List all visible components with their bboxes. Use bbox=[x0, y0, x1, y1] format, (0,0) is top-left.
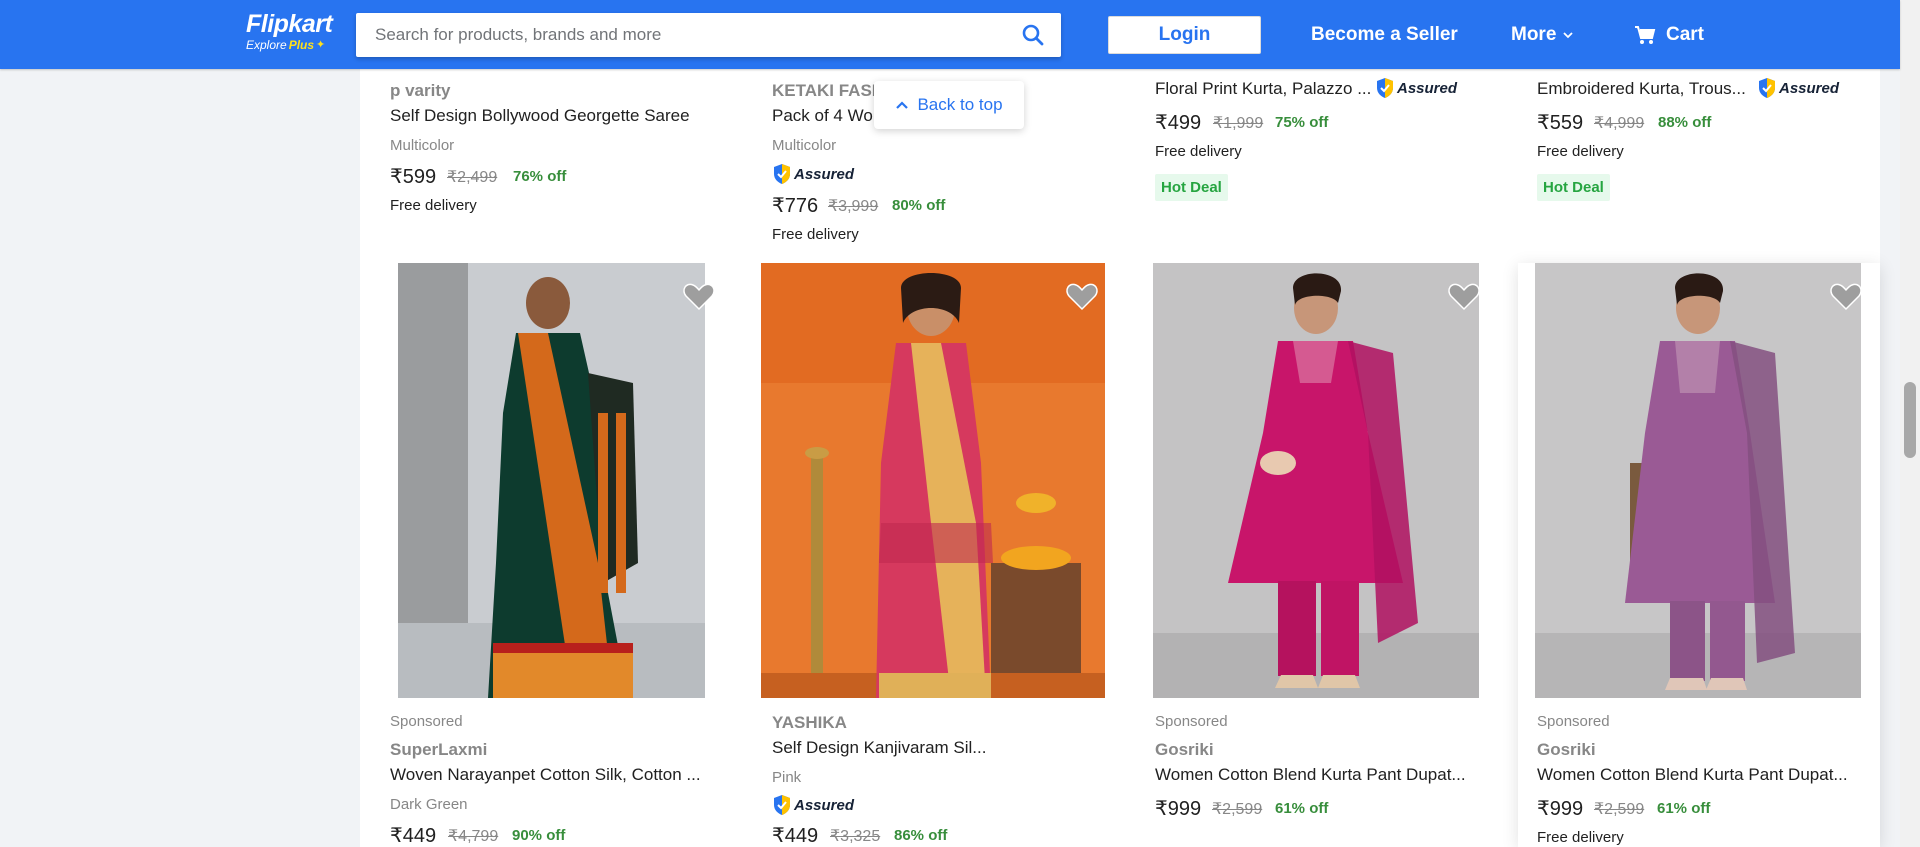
product-delivery: Free delivery bbox=[772, 226, 859, 243]
product-image[interactable] bbox=[1153, 263, 1479, 698]
hot-deal-badge: Hot Deal bbox=[1537, 174, 1610, 201]
product-discount: 76% off bbox=[513, 168, 567, 185]
product-discount: 61% off bbox=[1657, 800, 1711, 817]
cart-link[interactable]: Cart bbox=[1634, 22, 1704, 48]
product-price: ₹999 bbox=[1155, 798, 1202, 820]
product-title[interactable]: Pack of 4 Wo bbox=[772, 106, 873, 126]
back-to-top-button[interactable]: Back to top bbox=[874, 81, 1024, 129]
more-label: More bbox=[1511, 24, 1557, 45]
assured-badge: Assured bbox=[1375, 77, 1457, 99]
product-brand: Gosriki bbox=[1537, 740, 1596, 759]
wishlist-heart-icon[interactable] bbox=[1066, 281, 1098, 311]
search-button[interactable] bbox=[1005, 13, 1061, 57]
product-brand: KETAKI FASH bbox=[772, 81, 885, 100]
product-color: Multicolor bbox=[390, 137, 455, 154]
login-button[interactable]: Login bbox=[1108, 16, 1261, 54]
product-mrp: ₹4,799 bbox=[448, 828, 499, 845]
wishlist-heart-icon[interactable] bbox=[1830, 281, 1862, 311]
product-image[interactable] bbox=[761, 263, 1105, 698]
product-mrp: ₹3,325 bbox=[830, 828, 881, 845]
assured-shield-icon bbox=[1759, 78, 1775, 98]
cart-label: Cart bbox=[1666, 24, 1705, 45]
product-discount: 80% off bbox=[892, 197, 946, 214]
assured-shield-icon bbox=[1377, 78, 1393, 98]
more-menu[interactable]: More bbox=[1511, 22, 1574, 48]
product-image[interactable] bbox=[398, 263, 705, 698]
product-mrp: ₹2,499 bbox=[447, 169, 498, 186]
assured-badge: Assured bbox=[1757, 77, 1839, 99]
product-title[interactable]: Women Cotton Blend Kurta Pant Dupat... bbox=[1537, 765, 1848, 785]
flipkart-logo[interactable]: Flipkart Explore Plus ✦ bbox=[246, 10, 342, 54]
product-price: ₹499 bbox=[1155, 112, 1202, 134]
product-brand: SuperLaxmi bbox=[390, 740, 488, 759]
search-input[interactable] bbox=[356, 13, 1005, 57]
product-title[interactable]: Floral Print Kurta, Palazzo ... bbox=[1155, 79, 1371, 99]
product-mrp: ₹2,599 bbox=[1212, 801, 1263, 818]
logo-subtitle: Explore Plus ✦ bbox=[246, 38, 326, 52]
product-color: Dark Green bbox=[390, 796, 468, 813]
product-title[interactable]: Self Design Kanjivaram Sil... bbox=[772, 738, 986, 758]
product-color: Pink bbox=[772, 769, 802, 786]
product-discount: 90% off bbox=[512, 827, 566, 844]
plus-star-icon: ✦ bbox=[316, 39, 326, 51]
product-price: ₹449 bbox=[390, 825, 437, 847]
product-mrp: ₹3,999 bbox=[828, 198, 879, 215]
product-discount: 75% off bbox=[1275, 114, 1329, 131]
chevron-down-icon bbox=[1563, 32, 1574, 39]
product-brand: YASHIKA bbox=[772, 713, 847, 732]
sponsored-label: Sponsored bbox=[1155, 713, 1228, 730]
product-price: ₹599 bbox=[390, 166, 437, 188]
top-header: Flipkart Explore Plus ✦ Login Become a S… bbox=[0, 0, 1900, 69]
product-title[interactable]: Women Cotton Blend Kurta Pant Dupat... bbox=[1155, 765, 1466, 785]
assured-shield-icon bbox=[774, 795, 790, 815]
wishlist-heart-icon[interactable] bbox=[1448, 281, 1480, 311]
product-delivery: Free delivery bbox=[1537, 829, 1624, 846]
assured-shield-icon bbox=[774, 164, 790, 184]
search-bar[interactable] bbox=[356, 13, 1061, 57]
scrollbar-thumb[interactable] bbox=[1904, 382, 1916, 458]
product-image[interactable] bbox=[1535, 263, 1861, 698]
page-scrollbar[interactable] bbox=[1900, 0, 1920, 847]
sponsored-label: Sponsored bbox=[390, 713, 463, 730]
product-title[interactable]: Embroidered Kurta, Trous... bbox=[1537, 79, 1746, 99]
assured-badge: Assured bbox=[772, 794, 854, 816]
search-icon bbox=[1022, 24, 1044, 46]
product-color: Multicolor bbox=[772, 137, 837, 154]
hot-deal-badge: Hot Deal bbox=[1155, 174, 1228, 201]
sponsored-label: Sponsored bbox=[1537, 713, 1610, 730]
product-discount: 88% off bbox=[1658, 114, 1712, 131]
product-price: ₹999 bbox=[1537, 798, 1584, 820]
product-mrp: ₹1,999 bbox=[1213, 115, 1264, 132]
product-price: ₹449 bbox=[772, 825, 819, 847]
product-price: ₹776 bbox=[772, 195, 819, 217]
product-title[interactable]: Self Design Bollywood Georgette Saree bbox=[390, 106, 690, 126]
product-delivery: Free delivery bbox=[1537, 143, 1624, 160]
product-brand: Gosriki bbox=[1155, 740, 1214, 759]
back-to-top-label: Back to top bbox=[917, 95, 1003, 114]
product-mrp: ₹4,999 bbox=[1594, 115, 1645, 132]
product-delivery: Free delivery bbox=[390, 197, 477, 214]
product-discount: 61% off bbox=[1275, 800, 1329, 817]
cart-icon bbox=[1635, 26, 1656, 44]
product-title[interactable]: Woven Narayanpet Cotton Silk, Cotton ... bbox=[390, 765, 701, 785]
become-seller-link[interactable]: Become a Seller bbox=[1311, 22, 1458, 48]
product-price: ₹559 bbox=[1537, 112, 1584, 134]
wishlist-heart-icon[interactable] bbox=[683, 281, 715, 311]
product-delivery: Free delivery bbox=[1155, 143, 1242, 160]
product-brand: p varity bbox=[390, 81, 451, 100]
chevron-up-icon bbox=[896, 101, 909, 109]
product-mrp: ₹2,599 bbox=[1594, 801, 1645, 818]
assured-badge: Assured bbox=[772, 163, 854, 185]
logo-text: Flipkart bbox=[246, 10, 333, 38]
product-discount: 86% off bbox=[894, 827, 948, 844]
